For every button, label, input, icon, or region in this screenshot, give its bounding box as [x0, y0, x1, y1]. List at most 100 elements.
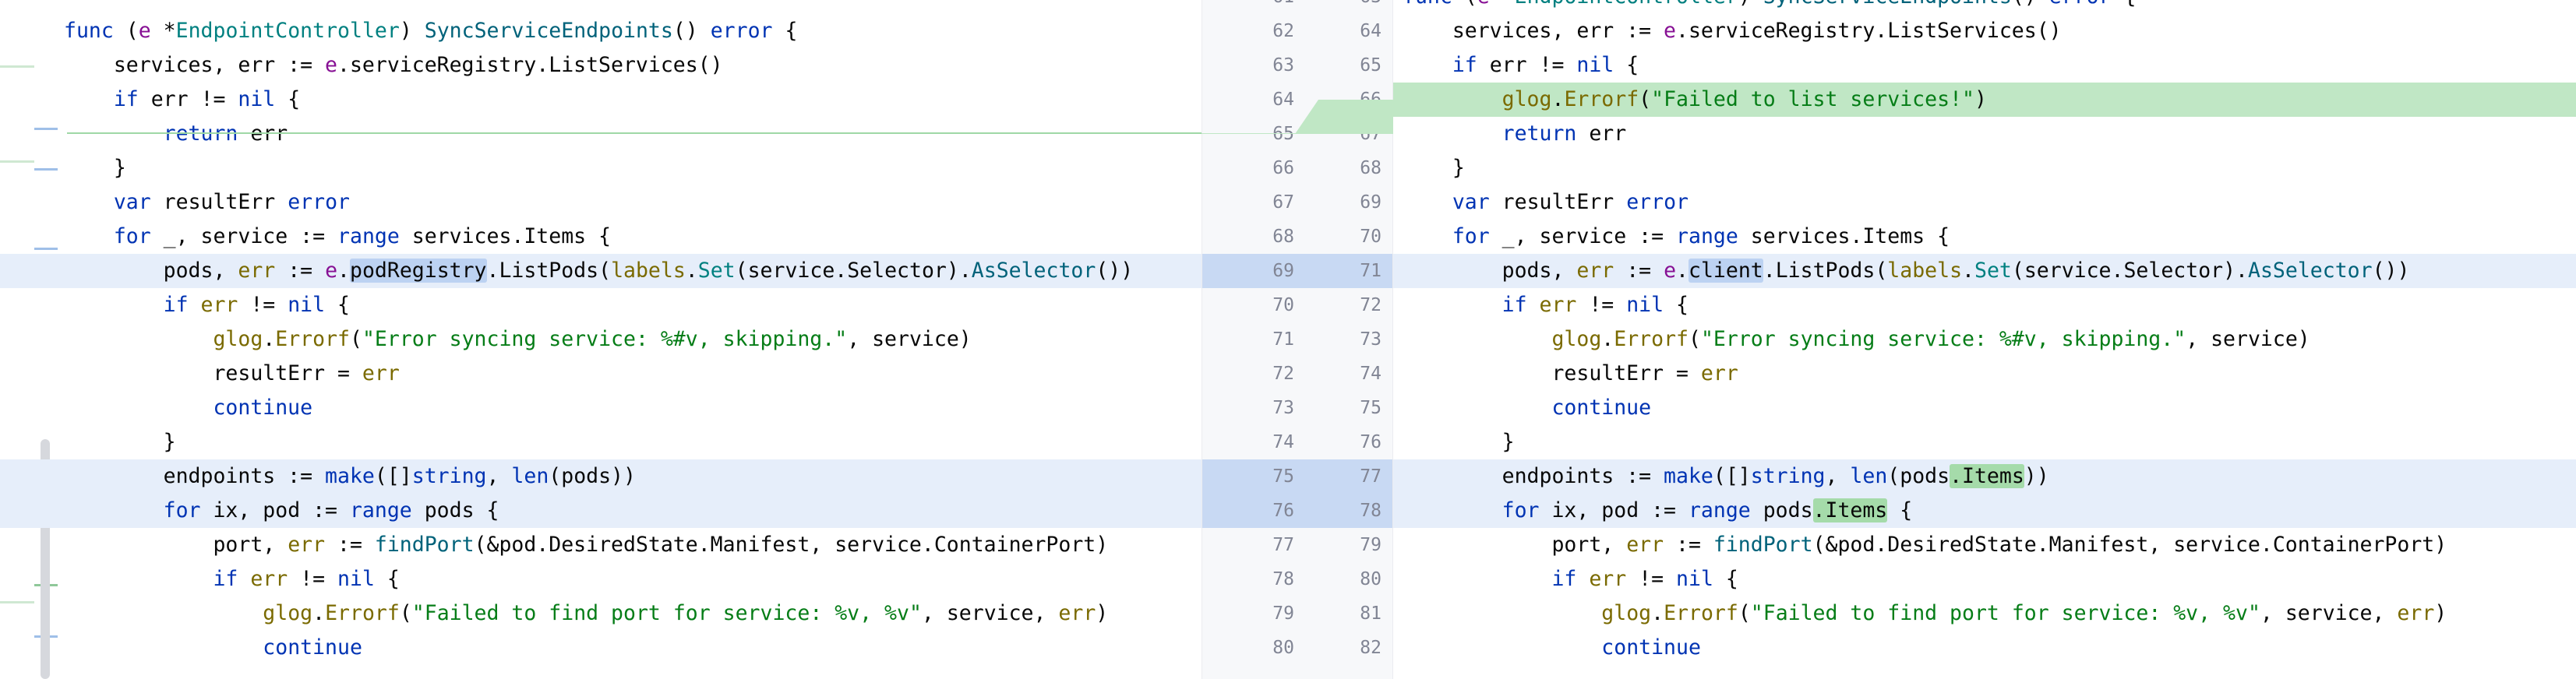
right-line-number: 74 — [1360, 364, 1382, 384]
right-code-line[interactable]: glog.Errorf("Failed to list services!") — [1393, 83, 2576, 117]
gutter-row: 76 78 — [1202, 494, 1392, 528]
left-code-line[interactable]: } — [0, 151, 1202, 185]
left-line-number: 66 — [1272, 158, 1294, 178]
code-token: error — [288, 190, 350, 214]
gutter-row: 61 63 — [1202, 0, 1392, 14]
code-token: } — [1403, 430, 1515, 454]
right-line-number: 72 — [1360, 295, 1382, 315]
left-code-line[interactable]: for _, service := range services.Items { — [0, 220, 1202, 254]
code-token: , service) — [2186, 327, 2310, 351]
code-token: services.Items { — [411, 224, 612, 248]
right-code-line[interactable]: return err — [1393, 117, 2576, 151]
right-code-line[interactable]: if err != nil { — [1393, 288, 2576, 322]
right-code-line[interactable]: services, err := e.serviceRegistry.ListS… — [1393, 14, 2576, 48]
code-token: { — [1676, 293, 1689, 317]
left-line-number: 64 — [1272, 90, 1294, 110]
code-token: labels — [1887, 259, 1963, 283]
right-code-line[interactable]: var resultErr error — [1393, 185, 2576, 220]
code-token: ( — [1738, 601, 1751, 625]
code-token: endpoints := — [64, 464, 326, 488]
code-token: pods { — [424, 498, 499, 522]
right-code-line[interactable]: glog.Errorf("Failed to find port for ser… — [1393, 596, 2576, 631]
left-code-line[interactable]: continue — [0, 631, 1202, 665]
code-token: { — [785, 19, 798, 43]
right-code-line[interactable]: for _, service := range services.Items { — [1393, 220, 2576, 254]
code-token: . — [263, 327, 276, 351]
right-code-line[interactable]: pods, err := e.client.ListPods(labels.Se… — [1393, 254, 2576, 288]
code-token: != — [1576, 293, 1627, 317]
left-code-line[interactable]: pods, err := e.podRegistry.ListPods(labe… — [0, 254, 1202, 288]
code-token: e — [325, 53, 338, 77]
code-token: for — [163, 498, 213, 522]
code-token: if — [1452, 53, 1490, 77]
code-token: != — [238, 293, 288, 317]
left-code-line[interactable]: if err != nil { — [0, 83, 1202, 117]
code-token: ([] — [1713, 464, 1751, 488]
left-code-line[interactable]: services, err := e.serviceRegistry.ListS… — [0, 48, 1202, 83]
code-token: nil — [238, 87, 288, 111]
right-code-line[interactable]: glog.Errorf("Error syncing service: %#v,… — [1393, 322, 2576, 357]
left-code-line[interactable]: } — [0, 425, 1202, 459]
gutter-row: 79 81 — [1202, 596, 1392, 631]
right-code-line[interactable]: } — [1393, 151, 2576, 185]
code-token: err — [200, 293, 238, 317]
left-code-line[interactable]: return err — [0, 117, 1202, 151]
right-code-line[interactable]: continue — [1393, 391, 2576, 425]
code-token: { — [386, 567, 400, 591]
right-line-number: 69 — [1360, 192, 1382, 213]
code-token: . — [1676, 259, 1689, 283]
code-token: range — [349, 498, 425, 522]
code-token: resultErr — [1501, 190, 1627, 214]
right-code-line[interactable]: continue — [1393, 631, 2576, 665]
left-code-lines: func (e *EndpointController) SyncService… — [0, 14, 1202, 665]
right-editor-pane[interactable]: func (e *EndpointController) SyncService… — [1393, 0, 2576, 679]
right-code-line[interactable]: func (e *EndpointController) SyncService… — [1393, 0, 2576, 14]
gutter-row: 65 67 — [1202, 117, 1392, 151]
code-token: , — [486, 464, 512, 488]
right-code-line[interactable]: endpoints := make([]string, len(pods.Ite… — [1393, 459, 2576, 494]
right-code-line[interactable]: resultErr = err — [1393, 357, 2576, 391]
code-token: range — [337, 224, 412, 248]
left-editor-pane[interactable]: func (e *EndpointController) SyncService… — [0, 0, 1202, 679]
gutter-row: 67 69 — [1202, 185, 1392, 220]
left-code-line[interactable]: var resultErr error — [0, 185, 1202, 220]
code-token: err — [288, 533, 326, 557]
left-code-line[interactable]: glog.Errorf("Error syncing service: %#v,… — [0, 322, 1202, 357]
right-line-number: 81 — [1360, 603, 1382, 624]
code-token: err — [250, 567, 288, 591]
code-token: if — [1551, 567, 1590, 591]
right-code-line[interactable]: for ix, pod := range pods.Items { — [1393, 494, 2576, 528]
code-token: Errorf — [1564, 87, 1639, 111]
code-token: err — [2397, 601, 2435, 625]
right-code-line[interactable]: } — [1393, 425, 2576, 459]
left-code-line[interactable]: continue — [0, 391, 1202, 425]
left-code-line[interactable]: endpoints := make([]string, len(pods)) — [0, 459, 1202, 494]
right-code-line[interactable]: if err != nil { — [1393, 562, 2576, 596]
gutter-row: 68 70 — [1202, 220, 1392, 254]
right-code-line[interactable]: if err != nil { — [1393, 48, 2576, 83]
left-code-line[interactable]: if err != nil { — [0, 288, 1202, 322]
code-token: , service) — [847, 327, 972, 351]
code-token: ([] — [374, 464, 412, 488]
left-code-line[interactable]: func (e *EndpointController) SyncService… — [0, 14, 1202, 48]
code-token: ( — [1639, 87, 1652, 111]
code-token: , service, — [921, 601, 1059, 625]
left-code-line[interactable]: for ix, pod := range pods { — [0, 494, 1202, 528]
right-code-line[interactable]: port, err := findPort(&pod.DesiredState.… — [1393, 528, 2576, 562]
code-token: (service.Selector). — [735, 259, 972, 283]
code-token: glog — [263, 601, 313, 625]
right-line-number: 67 — [1360, 124, 1382, 144]
code-token: { — [1725, 567, 1738, 591]
code-token: () — [672, 19, 711, 43]
code-token: for — [113, 224, 164, 248]
left-code-line[interactable]: port, err := findPort(&pod.DesiredState.… — [0, 528, 1202, 562]
left-code-line[interactable]: resultErr = err — [0, 357, 1202, 391]
left-code-line[interactable]: glog.Errorf("Failed to find port for ser… — [0, 596, 1202, 631]
left-code-line[interactable]: if err != nil { — [0, 562, 1202, 596]
